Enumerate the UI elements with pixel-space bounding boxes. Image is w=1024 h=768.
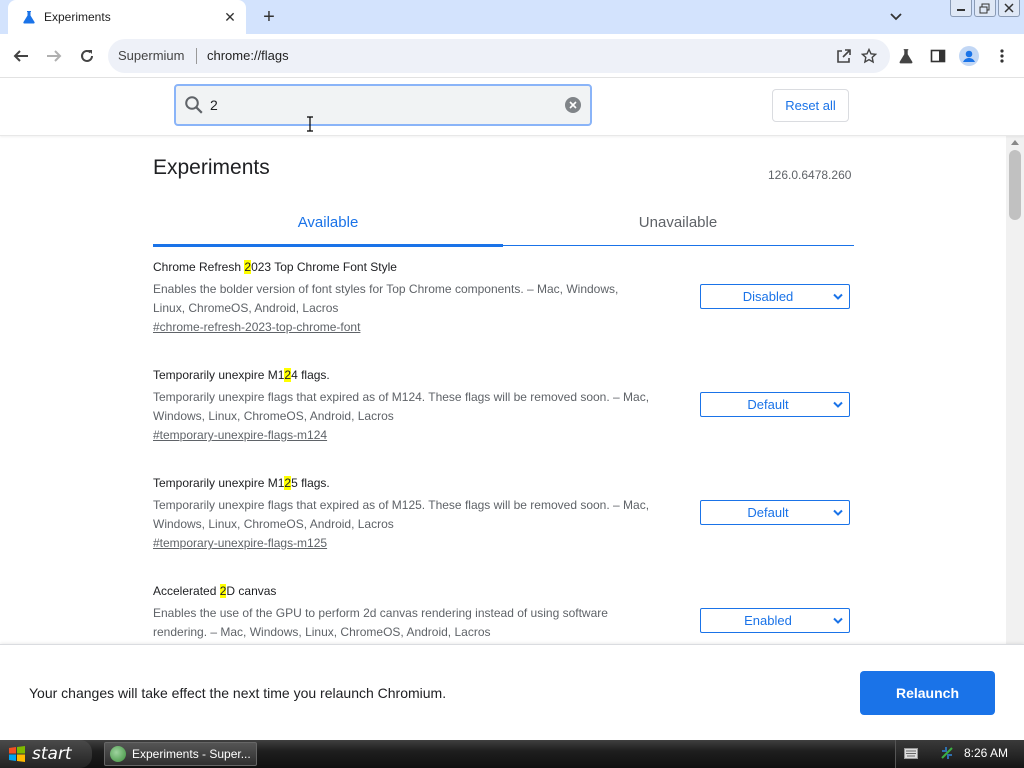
windows-logo-icon (9, 746, 25, 762)
tab-unavailable[interactable]: Unavailable (503, 214, 853, 231)
reload-button[interactable] (76, 45, 98, 67)
menu-button[interactable] (992, 46, 1012, 66)
window-controls (950, 0, 1020, 18)
page-scrollbar[interactable] (1006, 136, 1024, 644)
browser-toolbar: Supermium chrome://flags (0, 34, 1024, 78)
taskbar-item-label: Experiments - Super... (132, 747, 251, 761)
experiment-title: Temporarily unexpire M125 flags. (153, 476, 330, 490)
back-button[interactable] (10, 45, 32, 67)
experiment-title: Temporarily unexpire M124 flags. (153, 368, 330, 382)
reset-all-button[interactable]: Reset all (772, 89, 849, 122)
chevron-down-icon (833, 401, 843, 408)
experiment-description: Enables the use of the GPU to perform 2d… (153, 606, 608, 639)
url-text: chrome://flags (207, 48, 289, 63)
relaunch-message: Your changes will take effect the next t… (29, 685, 447, 701)
experiment-item: Temporarily unexpire M124 flags. Tempora… (153, 366, 854, 442)
system-tray: 8:26 AM (895, 740, 1024, 768)
taskbar: start Experiments - Super... 8:26 AM (0, 740, 1024, 768)
restore-button[interactable] (974, 0, 996, 17)
text-cursor-icon (307, 116, 313, 132)
version-label: 126.0.6478.260 (768, 168, 852, 182)
profile-button[interactable] (959, 46, 979, 66)
tab-search-chevron-icon[interactable] (886, 8, 906, 26)
kebab-menu-icon (1000, 49, 1004, 63)
forward-arrow-icon (47, 50, 62, 62)
experiment-description: Temporarily unexpire flags that expired … (153, 498, 650, 531)
side-panel-icon (930, 49, 946, 63)
start-label: start (32, 744, 72, 764)
clear-search-icon[interactable] (565, 97, 581, 113)
page-title: Experiments (153, 156, 270, 179)
experiment-item: Temporarily unexpire M125 flags. Tempora… (153, 474, 854, 550)
bookmark-star-icon[interactable] (861, 48, 877, 64)
tab-strip: Experiments ✕ + (0, 0, 1024, 34)
reload-icon (81, 49, 93, 62)
omnibox-separator (196, 48, 197, 64)
experiment-state-select[interactable]: Enabled (700, 608, 850, 633)
tab-available[interactable]: Available (153, 214, 503, 231)
experiment-state-select[interactable]: Disabled (700, 284, 850, 309)
browser-tab[interactable]: Experiments ✕ (8, 0, 246, 34)
search-input[interactable] (210, 94, 550, 116)
scroll-thumb[interactable] (1009, 150, 1021, 220)
experiment-item: Chrome Refresh 2023 Top Chrome Font Styl… (153, 258, 854, 334)
chevron-down-icon (833, 617, 843, 624)
flags-tabs: Available Unavailable (153, 208, 854, 247)
avatar-icon (959, 46, 979, 66)
experiment-title: Accelerated 2D canvas (153, 584, 277, 598)
experiment-state-select[interactable]: Default (700, 500, 850, 525)
experiment-link[interactable]: #chrome-refresh-2023-top-chrome-font (153, 320, 360, 334)
minimize-icon (957, 9, 965, 11)
experiment-item: Accelerated 2D canvas Enables the use of… (153, 582, 854, 639)
close-tab-icon[interactable]: ✕ (222, 9, 238, 25)
experiment-title: Chrome Refresh 2023 Top Chrome Font Styl… (153, 260, 397, 274)
close-icon (1004, 3, 1014, 13)
new-tab-button[interactable]: + (258, 6, 280, 28)
clock: 8:26 AM (964, 746, 1009, 760)
scroll-up-arrow-icon[interactable] (1011, 140, 1019, 145)
experiment-description: Temporarily unexpire flags that expired … (153, 390, 650, 423)
experiment-state-select[interactable]: Default (700, 392, 850, 417)
supermium-icon (110, 746, 126, 762)
share-icon[interactable] (836, 48, 852, 64)
flask-icon (899, 49, 913, 64)
address-bar[interactable]: Supermium chrome://flags (108, 39, 890, 73)
site-name: Supermium (118, 48, 185, 63)
flag-search-box[interactable] (174, 84, 592, 126)
restore-icon (979, 3, 990, 13)
experiment-link[interactable]: #temporary-unexpire-flags-m124 (153, 428, 327, 442)
chevron-down-icon (833, 293, 843, 300)
relaunch-bar: Your changes will take effect the next t… (0, 644, 1024, 740)
select-value: Default (747, 397, 789, 412)
experiment-link[interactable]: #temporary-unexpire-flags-m125 (153, 536, 327, 550)
select-value: Default (747, 505, 789, 520)
flags-header: Reset all (0, 78, 1024, 136)
select-value: Enabled (744, 613, 792, 628)
taskbar-item-browser[interactable]: Experiments - Super... (104, 742, 257, 766)
start-button[interactable]: start (0, 740, 92, 768)
forward-button[interactable] (43, 45, 65, 67)
experiment-description: Enables the bolder version of font style… (153, 282, 619, 315)
flask-extension-icon[interactable] (896, 46, 916, 66)
selected-tab-indicator (153, 244, 503, 247)
flask-icon (23, 11, 35, 24)
minimize-button[interactable] (950, 0, 972, 17)
search-icon (185, 96, 203, 114)
flags-content: Experiments 126.0.6478.260 Available Una… (0, 136, 1006, 644)
network-icon[interactable] (940, 746, 954, 760)
side-panel-button[interactable] (928, 46, 948, 66)
relaunch-button[interactable]: Relaunch (860, 671, 995, 715)
screen: Experiments ✕ + Supermium chrome://flags… (0, 0, 1024, 768)
tab-title: Experiments (44, 10, 111, 24)
keyboard-icon[interactable] (904, 748, 918, 759)
close-window-button[interactable] (998, 0, 1020, 17)
back-arrow-icon (13, 50, 28, 62)
chevron-down-icon (833, 509, 843, 516)
select-value: Disabled (742, 289, 794, 304)
